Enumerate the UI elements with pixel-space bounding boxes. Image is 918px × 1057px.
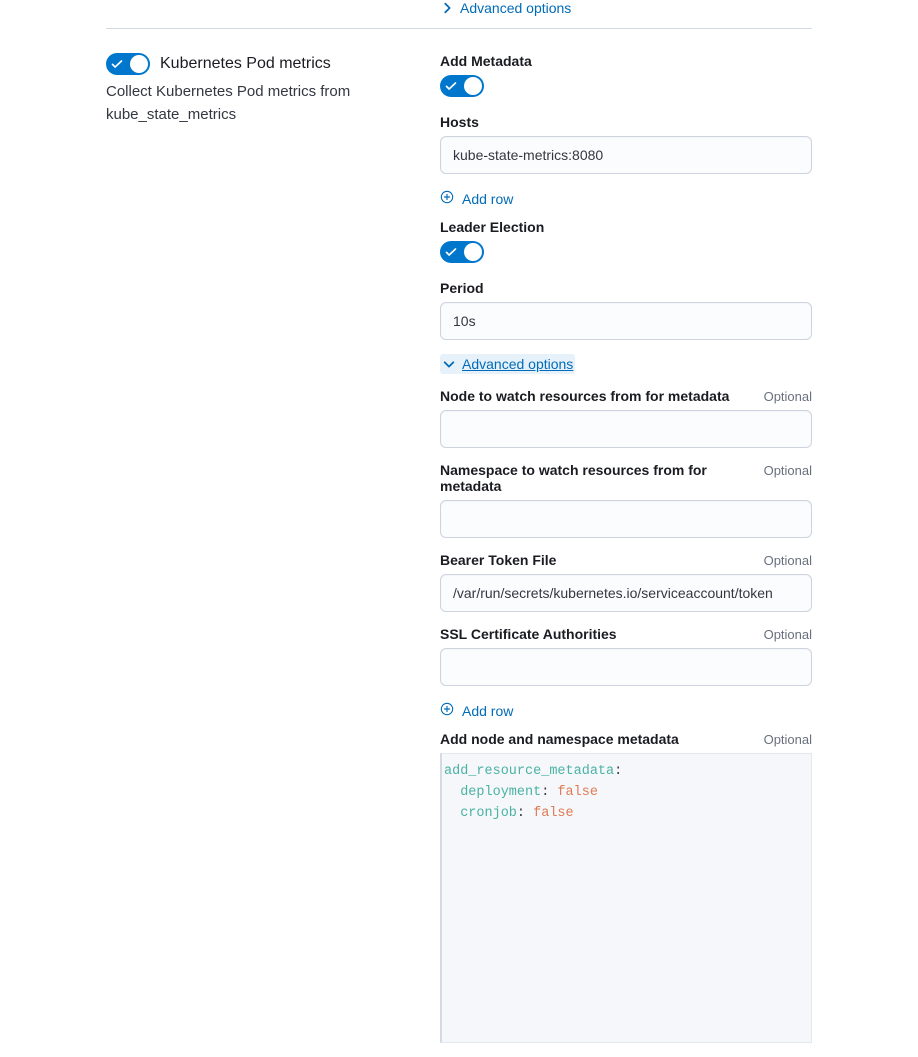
leader-election-label: Leader Election xyxy=(440,219,544,235)
ssl-ca-label: SSL Certificate Authorities xyxy=(440,626,617,642)
period-input[interactable] xyxy=(440,302,812,340)
yaml-key: cronjob xyxy=(460,806,517,821)
toggle-knob xyxy=(464,243,482,261)
yaml-key: deployment xyxy=(460,785,541,800)
yaml-value: false xyxy=(557,785,598,800)
check-icon xyxy=(445,245,457,257)
check-icon xyxy=(445,79,457,91)
toggle-knob xyxy=(464,77,482,95)
toggle-knob xyxy=(130,55,148,73)
hosts-label: Hosts xyxy=(440,114,479,130)
add-row-label: Add row xyxy=(462,703,513,719)
plus-circle-icon xyxy=(440,190,454,207)
ssl-ca-input[interactable] xyxy=(440,648,812,686)
node-watch-label: Node to watch resources from for metadat… xyxy=(440,388,729,404)
check-icon xyxy=(111,57,123,69)
yaml-code-editor[interactable]: add_resource_metadata: deployment: false… xyxy=(440,753,812,1043)
optional-badge: Optional xyxy=(764,553,812,568)
pod-metrics-description: Collect Kubernetes Pod metrics from kube… xyxy=(106,81,416,126)
bearer-token-label: Bearer Token File xyxy=(440,552,556,568)
yaml-key: add_resource_metadata xyxy=(444,764,614,779)
advanced-options-expanded-link[interactable]: Advanced options xyxy=(440,354,575,374)
optional-badge: Optional xyxy=(764,627,812,642)
add-row-button-ssl[interactable]: Add row xyxy=(440,702,513,719)
pod-metrics-toggle-label: Kubernetes Pod metrics xyxy=(160,55,331,73)
add-metadata-toggle[interactable] xyxy=(440,75,484,97)
add-row-label: Add row xyxy=(462,191,513,207)
add-metadata-label: Add Metadata xyxy=(440,53,532,69)
optional-badge: Optional xyxy=(764,389,812,404)
hosts-input[interactable] xyxy=(440,136,812,174)
plus-circle-icon xyxy=(440,702,454,719)
node-watch-input[interactable] xyxy=(440,410,812,448)
optional-badge: Optional xyxy=(764,463,812,478)
add-row-button-hosts[interactable]: Add row xyxy=(440,190,513,207)
period-label: Period xyxy=(440,280,484,296)
chevron-right-icon xyxy=(440,1,454,15)
chevron-down-icon xyxy=(442,357,456,371)
advanced-options-expanded-label: Advanced options xyxy=(462,356,573,372)
namespace-watch-label: Namespace to watch resources from for me… xyxy=(440,462,764,494)
pod-metrics-toggle[interactable] xyxy=(106,53,150,75)
bearer-token-input[interactable] xyxy=(440,574,812,612)
add-node-ns-label: Add node and namespace metadata xyxy=(440,731,679,747)
section-divider xyxy=(106,28,812,29)
yaml-value: false xyxy=(533,806,574,821)
namespace-watch-input[interactable] xyxy=(440,500,812,538)
leader-election-toggle[interactable] xyxy=(440,241,484,263)
optional-badge: Optional xyxy=(764,732,812,747)
advanced-options-collapsed-label: Advanced options xyxy=(460,0,571,16)
advanced-options-collapsed-link[interactable]: Advanced options xyxy=(440,0,812,28)
